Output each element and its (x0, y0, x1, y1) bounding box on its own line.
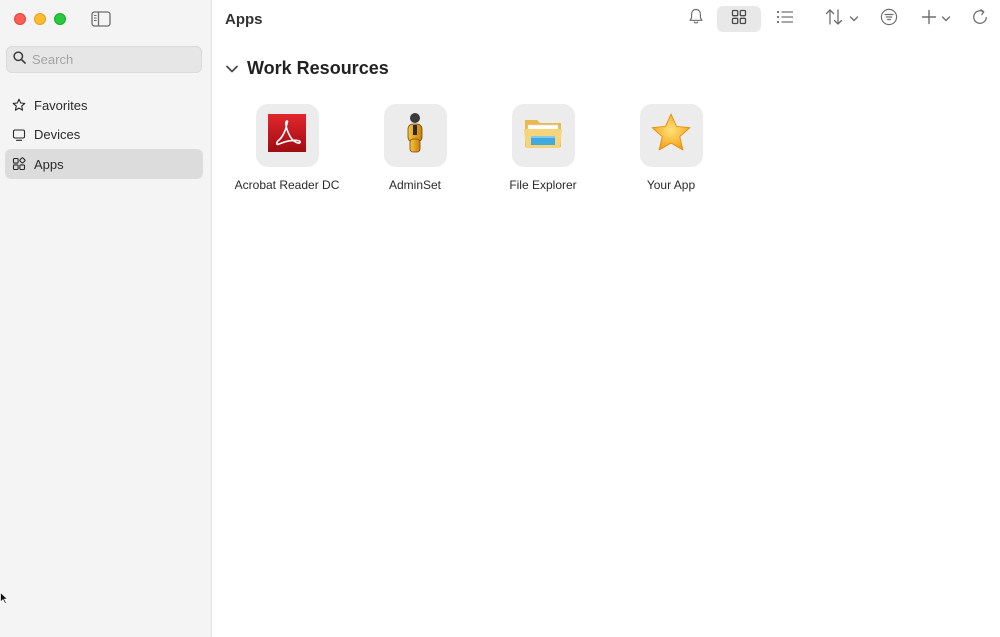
sidebar-item-label: Apps (34, 156, 64, 172)
notifications-button[interactable] (684, 6, 708, 32)
main-content: Apps Work Resources Acrobat Reader DC Ad… (213, 0, 1000, 637)
sidebar-nav: Favorites Devices Apps (5, 90, 203, 179)
acrobat-icon (267, 113, 307, 158)
sidebar-item-devices[interactable]: Devices (5, 120, 203, 150)
app-icon-tile[interactable] (639, 104, 703, 167)
list-view-button[interactable] (773, 6, 797, 32)
section-title: Work Resources (247, 58, 389, 78)
search-field[interactable] (6, 46, 202, 73)
plus-icon (921, 9, 937, 30)
sidebar-item-label: Devices (34, 127, 81, 142)
star-outline-icon (12, 98, 26, 112)
page-title: Apps (225, 11, 263, 28)
filter-button[interactable] (877, 6, 901, 32)
app-name: File Explorer (509, 178, 577, 192)
monitor-icon (12, 128, 26, 142)
app-tile-your-app[interactable]: Your App (607, 104, 735, 192)
app-tile-acrobat[interactable]: Acrobat Reader DC (223, 104, 351, 192)
close-window-button[interactable] (14, 13, 26, 25)
folder-icon (522, 114, 564, 157)
app-tile-adminset[interactable]: AdminSet (351, 104, 479, 192)
filter-icon (880, 8, 898, 31)
app-icon-tile[interactable] (255, 104, 319, 167)
app-icon-tile[interactable] (511, 104, 575, 167)
add-button[interactable] (917, 6, 955, 32)
sidebar-item-apps[interactable]: Apps (5, 149, 203, 179)
sidebar-item-favorites[interactable]: Favorites (5, 90, 203, 120)
search-icon (13, 50, 26, 69)
sort-icon (825, 8, 849, 31)
section-header-work-resources[interactable]: Work Resources (225, 58, 389, 79)
app-icon-tile[interactable] (383, 104, 447, 167)
chevron-down-icon[interactable] (225, 62, 239, 76)
bell-icon (688, 8, 704, 30)
refresh-icon (971, 8, 989, 31)
adminset-icon (395, 111, 435, 160)
grid-view-button[interactable] (717, 6, 761, 32)
minimize-window-button[interactable] (34, 13, 46, 25)
app-name: AdminSet (388, 178, 442, 192)
app-grid: Acrobat Reader DC AdminSet File Explorer… (223, 104, 735, 192)
sidebar-toggle-icon[interactable] (90, 9, 112, 29)
maximize-window-button[interactable] (54, 13, 66, 25)
apps-icon (12, 157, 26, 171)
app-name: Acrobat Reader DC (234, 178, 340, 192)
sort-button[interactable] (820, 6, 864, 32)
app-name: Your App (646, 178, 696, 192)
sidebar-item-label: Favorites (34, 97, 88, 113)
app-tile-file-explorer[interactable]: File Explorer (479, 104, 607, 192)
chevron-down-icon (941, 10, 951, 28)
chevron-down-icon (849, 10, 859, 28)
grid-view-icon (731, 9, 747, 30)
list-view-icon (776, 10, 794, 29)
mouse-cursor-icon (0, 591, 9, 609)
refresh-button[interactable] (969, 6, 991, 32)
sidebar: Favorites Devices Apps (0, 0, 212, 637)
star-icon (649, 112, 693, 159)
search-input[interactable] (32, 52, 192, 67)
